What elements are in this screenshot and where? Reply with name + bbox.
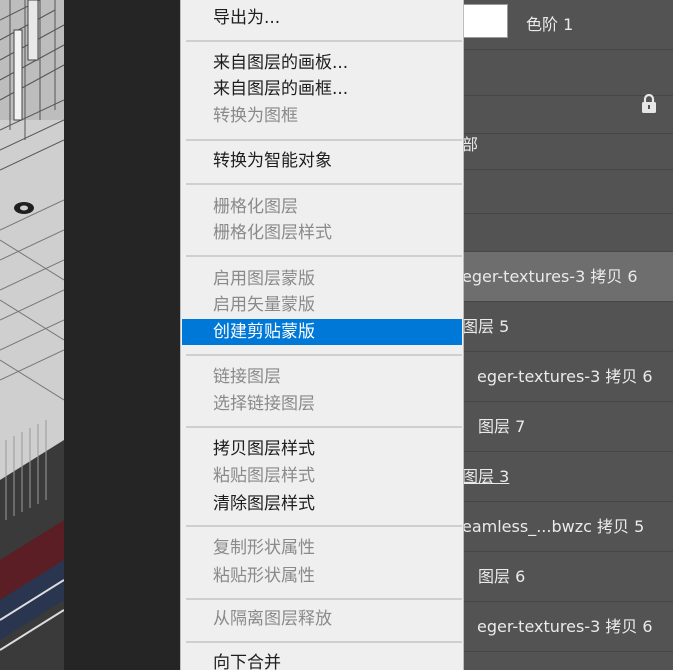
layer-row[interactable] — [462, 652, 673, 670]
menu-item-copy-layer-style[interactable]: 拷贝图层样式 — [182, 436, 462, 462]
layer-name: 图层 5 — [462, 317, 510, 336]
menu-item-convert-to-smart-object[interactable]: 转换为智能对象 — [182, 148, 462, 174]
layer-name: 图层 6 — [478, 567, 526, 586]
layer-name: eamless_...bwzc 拷贝 5 — [462, 517, 645, 536]
menu-item-artboard-from-layers[interactable]: 来自图层的画板... — [182, 50, 462, 76]
menu-item-merge-down[interactable]: 向下合并 — [182, 650, 462, 670]
layer-name: 图层 3 — [462, 452, 510, 501]
layer-name: 部 — [462, 135, 479, 154]
layer-row[interactable]: 图层 3 — [462, 452, 673, 502]
document-canvas[interactable] — [0, 0, 64, 670]
layer-row[interactable]: eamless_...bwzc 拷贝 5 — [462, 502, 673, 552]
menu-item-export-as[interactable]: 导出为... — [182, 5, 462, 31]
menu-item-enable-vector-mask[interactable]: 启用矢量蒙版 — [182, 292, 462, 318]
menu-item-rasterize-layer-style[interactable]: 栅格化图层样式 — [182, 220, 462, 246]
lock-icon — [642, 94, 656, 113]
menu-item-convert-to-frame[interactable]: 转换为图框 — [182, 103, 462, 129]
adjustment-mask-thumbnail[interactable] — [462, 4, 508, 38]
menu-item-release-from-isolation[interactable]: 从隔离图层释放 — [182, 606, 462, 632]
menu-item-copy-shape-attributes[interactable]: 复制形状属性 — [182, 535, 462, 561]
layer-row[interactable] — [462, 212, 673, 252]
menu-separator — [186, 641, 462, 643]
menu-item-select-linked-layers[interactable]: 选择链接图层 — [182, 391, 462, 417]
menu-separator — [186, 183, 462, 185]
layer-name: 图层 7 — [478, 417, 526, 436]
layer-row[interactable]: eger-textures-3 拷贝 6 — [462, 352, 673, 402]
layer-row[interactable]: eger-textures-3 拷贝 6 — [462, 602, 673, 652]
layer-row-selected[interactable]: eger-textures-3 拷贝 6 — [462, 252, 673, 302]
menu-separator — [186, 525, 462, 527]
layer-row[interactable]: 部 — [462, 120, 673, 170]
layer-name: eger-textures-3 拷贝 6 — [477, 617, 653, 636]
menu-separator — [186, 354, 462, 356]
layer-row-levels[interactable]: 色阶 1 — [462, 0, 673, 50]
menu-item-create-clipping-mask[interactable]: 创建剪贴蒙版 — [182, 319, 462, 345]
layer-name-text: 图层 3 — [462, 467, 510, 486]
menu-separator — [186, 598, 462, 600]
layer-row[interactable]: 图层 7 — [462, 402, 673, 452]
menu-separator — [186, 255, 462, 257]
menu-item-link-layers[interactable]: 链接图层 — [182, 364, 462, 390]
menu-separator — [186, 40, 462, 42]
layer-row[interactable] — [462, 164, 673, 214]
layer-row[interactable]: 图层 5 — [462, 302, 673, 352]
menu-separator — [186, 139, 462, 141]
menu-item-frame-from-layers[interactable]: 来自图层的画框... — [182, 76, 462, 102]
layer-name: 色阶 1 — [526, 15, 574, 34]
menu-item-clear-layer-style[interactable]: 清除图层样式 — [182, 491, 462, 517]
pasteboard — [64, 0, 180, 670]
canvas-artwork — [0, 0, 64, 670]
menu-separator — [186, 426, 462, 428]
menu-item-enable-layer-mask[interactable]: 启用图层蒙版 — [182, 266, 462, 292]
layer-name: eger-textures-3 拷贝 6 — [477, 367, 653, 386]
layer-context-menu[interactable]: 导出为... 来自图层的画板... 来自图层的画框... 转换为图框 转换为智能… — [180, 0, 464, 670]
menu-item-paste-layer-style[interactable]: 粘贴图层样式 — [182, 463, 462, 489]
menu-item-paste-shape-attributes[interactable]: 粘贴形状属性 — [182, 563, 462, 589]
menu-item-rasterize-layer[interactable]: 栅格化图层 — [182, 194, 462, 220]
layer-name: eger-textures-3 拷贝 6 — [462, 267, 638, 286]
layer-row[interactable]: 图层 6 — [462, 552, 673, 602]
layers-panel[interactable]: 色阶 1 部 eger-textures-3 拷贝 6 图层 5 eger-te… — [462, 0, 673, 670]
